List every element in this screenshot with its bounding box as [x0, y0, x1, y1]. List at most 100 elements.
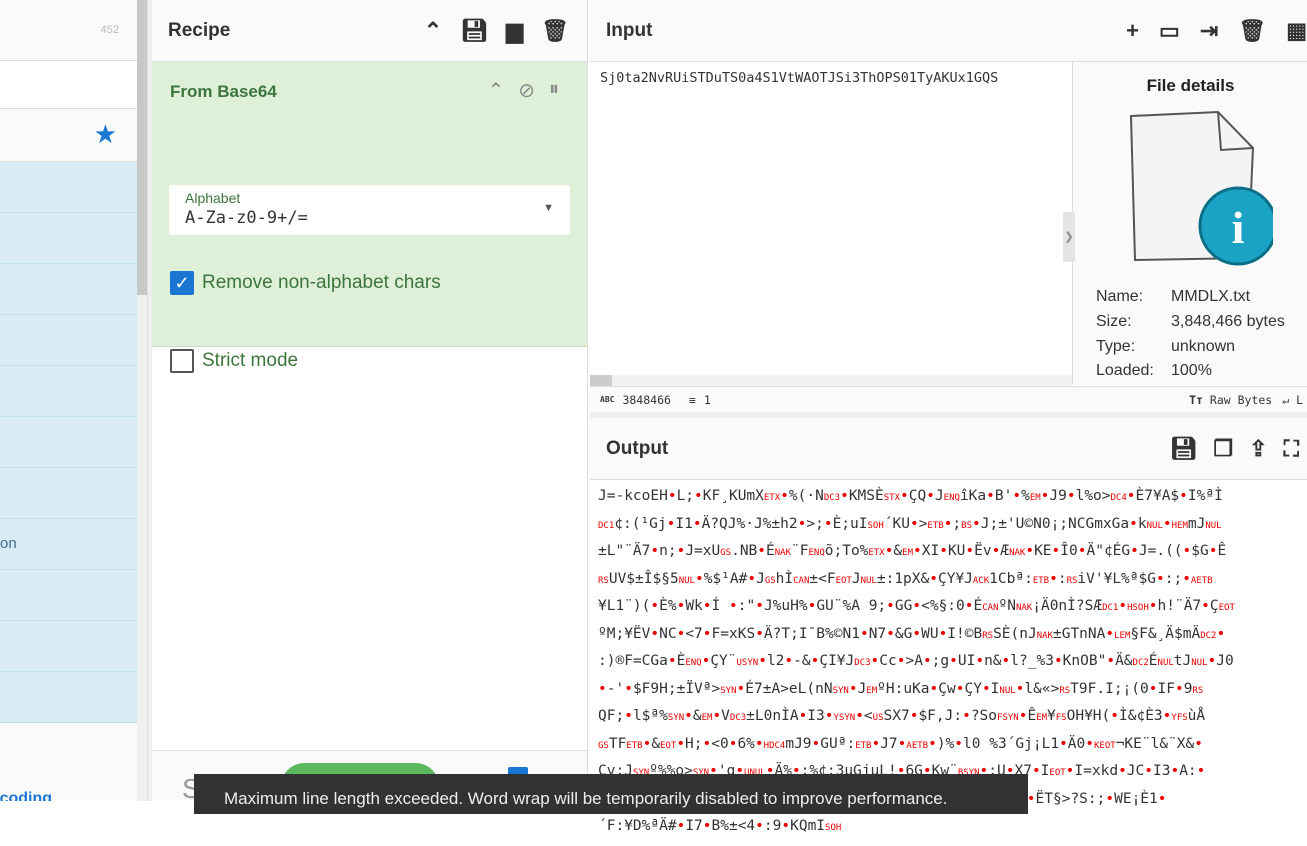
output-text-segment: õ;To%: [824, 543, 869, 559]
output-text-segment: WU: [921, 625, 939, 642]
chevron-up-icon[interactable]: ⌃: [424, 18, 442, 44]
replace-input-icon[interactable]: ⇪: [1249, 436, 1267, 462]
operation-item[interactable]: on: [0, 519, 137, 570]
control-char-dot: •: [928, 735, 937, 752]
strict-mode-checkbox[interactable]: Strict mode: [170, 349, 298, 373]
output-text-segment: $G: [1191, 543, 1209, 559]
control-char-dot: •: [823, 515, 833, 532]
output-text-segment: Í: [711, 598, 729, 614]
control-char-dot: •: [1130, 543, 1139, 559]
operation-item[interactable]: [0, 264, 137, 315]
control-char-dot: •: [755, 625, 764, 642]
remove-non-alphabet-checkbox[interactable]: ✓ Remove non-alphabet chars: [170, 271, 441, 295]
control-char-label: EM: [866, 685, 878, 696]
control-char-label: GS: [598, 740, 609, 751]
folder-icon[interactable]: ▆: [506, 18, 523, 44]
control-char-dot: •: [886, 625, 895, 642]
operation-item[interactable]: [0, 162, 137, 213]
open-folder-icon[interactable]: ▭: [1159, 18, 1180, 44]
add-tab-icon[interactable]: +: [1126, 18, 1139, 44]
control-char-dot: •: [798, 708, 808, 724]
control-char-dot: •: [747, 570, 757, 587]
control-char-dot: •: [1155, 570, 1165, 587]
operation-item[interactable]: [0, 315, 137, 366]
output-text-segment: J0: [1216, 653, 1234, 669]
control-char-label: DC3: [823, 493, 841, 503]
operations-scrollbar[interactable]: [137, 0, 147, 801]
control-char-dot: •: [1059, 735, 1068, 752]
chevron-right-icon[interactable]: ❯: [1063, 212, 1075, 262]
control-char-label: RS: [1066, 575, 1078, 586]
control-char-dot: •: [912, 598, 922, 614]
output-text-segment: ¡Ä0nÌ?SÆ: [1032, 598, 1103, 614]
control-char-dot: •: [870, 653, 880, 669]
operation-item[interactable]: [0, 672, 137, 723]
control-char-dot: •: [1144, 763, 1153, 779]
trash-icon[interactable]: 🗑︎: [541, 18, 569, 44]
alphabet-select[interactable]: Alphabet A-Za-z0-9+/= ▼: [169, 185, 570, 235]
control-char-dot: •: [758, 653, 767, 669]
output-line: :)®F=CGa•ÈENQ•ÇY¨USYN•l2•-&•ÇI¥JDC3•Cc•>…: [598, 649, 1299, 677]
operation-item[interactable]: [0, 417, 137, 468]
eol-button[interactable]: ↵ L: [1282, 393, 1303, 407]
loaded-label: Loaded:: [1096, 362, 1154, 379]
control-char-dot: •: [1025, 543, 1035, 559]
output-text-segment: Ê: [1217, 543, 1227, 559]
control-char-dot: •: [986, 488, 995, 504]
save-icon[interactable]: 💾︎: [1169, 436, 1197, 462]
operation-item[interactable]: [0, 213, 137, 264]
output-text-segment: h!¨Ä7: [1157, 598, 1202, 614]
pause-icon[interactable]: ⏸︎: [549, 78, 559, 103]
output-text-segment: I3: [1153, 763, 1171, 779]
control-char-label: DC1: [598, 520, 615, 531]
control-char-label: NUL: [1191, 658, 1208, 668]
category-encoding[interactable]: coding: [0, 790, 52, 801]
favourites-category[interactable]: ★: [0, 109, 137, 162]
disable-icon[interactable]: ⊘: [518, 78, 535, 103]
operation-item[interactable]: [0, 468, 137, 519]
output-text-segment: ¥L1¨)(: [598, 598, 651, 614]
layout-icon[interactable]: ▦: [1286, 18, 1307, 44]
output-text-segment: KE: [1034, 543, 1052, 559]
control-char-dot: •: [912, 625, 922, 642]
output-text-segment: k: [1137, 515, 1147, 532]
output-text-segment: É7±A>eL(nN: [745, 680, 833, 697]
control-char-dot: •: [1106, 653, 1116, 669]
control-char-label: US: [736, 658, 748, 668]
control-char-dot: •: [855, 708, 864, 724]
copy-icon[interactable]: ❐: [1213, 436, 1233, 462]
output-text-segment: N7: [868, 625, 887, 642]
control-char-label: SYN: [832, 685, 849, 696]
output-text-segment: GG: [894, 598, 913, 614]
output-text-segment: J=xU: [685, 543, 721, 559]
save-icon[interactable]: 💾︎: [460, 18, 488, 44]
output-text-segment: È: [676, 653, 686, 669]
encoding-button[interactable]: Tт Raw Bytes: [1189, 393, 1272, 407]
output-text-segment: l?_%3: [1010, 653, 1054, 669]
recipe-header: Recipe ⌃ 💾︎ ▆ 🗑︎: [152, 0, 587, 62]
output-text-segment: l&«>: [1024, 680, 1060, 697]
output-text-segment: I1: [675, 515, 693, 532]
open-file-icon[interactable]: ⇥: [1200, 18, 1218, 44]
operation-item[interactable]: [0, 621, 137, 672]
control-char-dot: •: [909, 515, 919, 532]
output-text-segment: Ç: [1209, 598, 1219, 614]
maximise-icon[interactable]: ⛶: [1284, 436, 1299, 462]
operation-item[interactable]: [0, 366, 137, 417]
output-text-segment: ÇY¥J: [937, 570, 973, 587]
operation-search-input[interactable]: [0, 60, 137, 109]
control-char-label: ETB: [1196, 575, 1213, 586]
output-text-segment: I%ªÌ: [1187, 488, 1223, 504]
output-text-segment: $F,J:: [918, 708, 963, 724]
trash-icon[interactable]: 🗑︎: [1238, 18, 1266, 44]
input-textarea[interactable]: Sj0ta2NvRUiSTDuTS0a4S1VtWAOTJSi3ThOPS01T…: [590, 62, 1072, 385]
operation-item[interactable]: [0, 570, 137, 621]
recipe-title: Recipe: [168, 19, 231, 41]
input-horizontal-scrollbar[interactable]: [590, 375, 1072, 386]
control-char-dot: •: [1182, 543, 1192, 559]
control-char-dot: •: [962, 708, 971, 724]
chevron-up-icon[interactable]: ⌃: [487, 78, 504, 103]
control-char-label: NUL: [999, 685, 1016, 696]
output-text-segment: <%§:0: [921, 598, 965, 614]
output-text-segment: L;: [676, 488, 695, 504]
